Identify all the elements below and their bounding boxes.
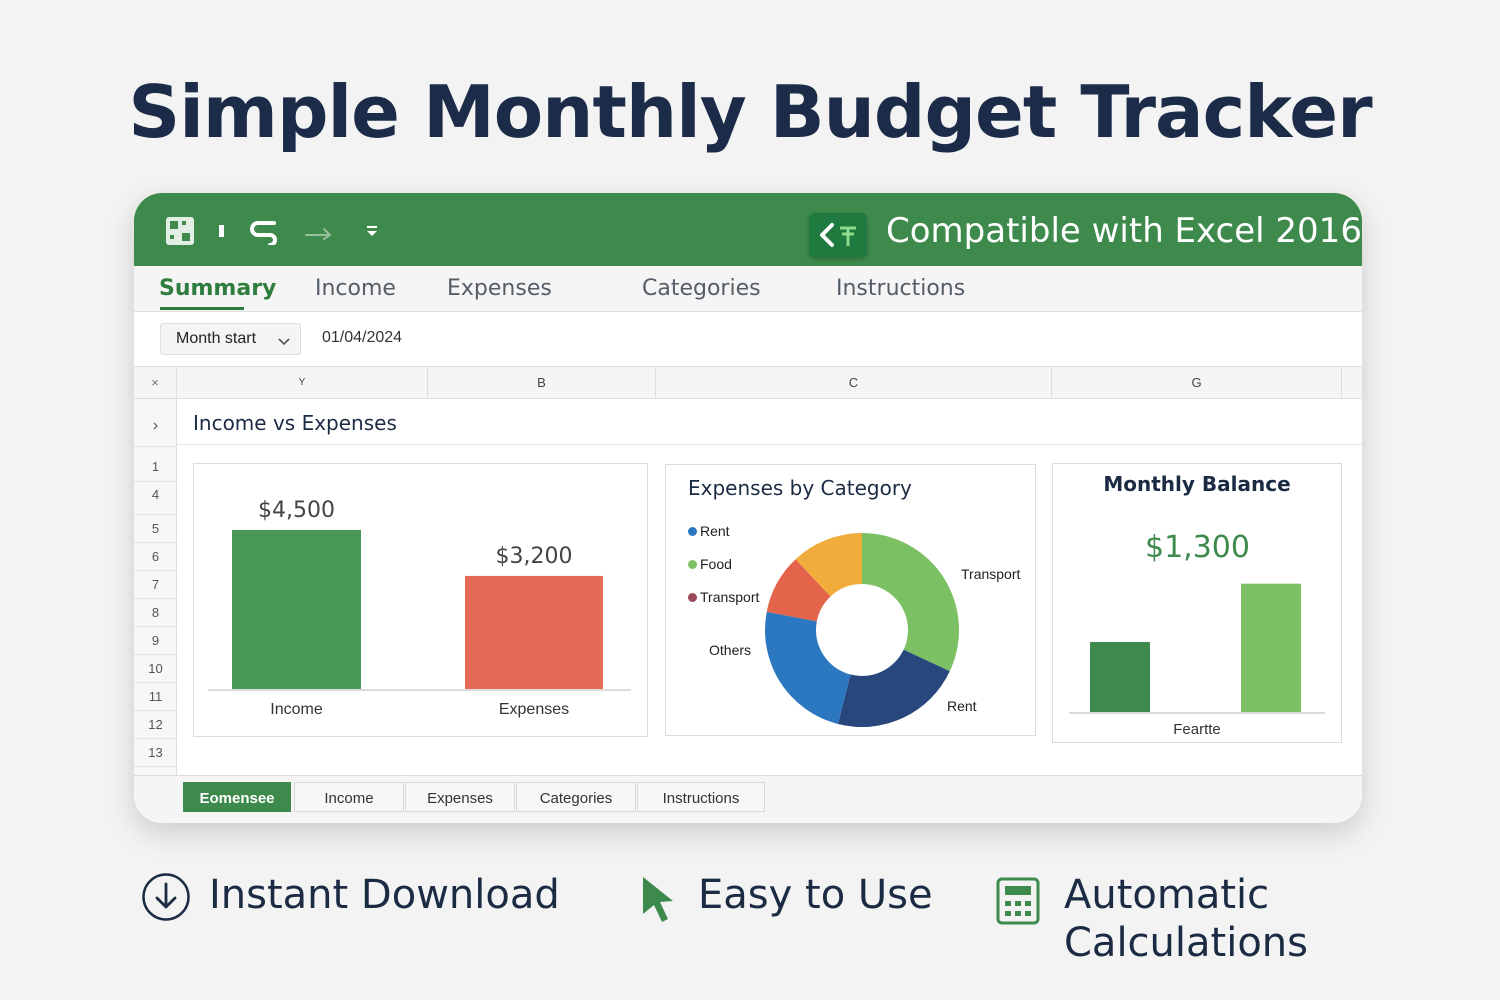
section-divider (177, 444, 1362, 445)
row-header[interactable]: 12 (134, 717, 177, 732)
bar-income (232, 530, 361, 689)
feature-instant-download: Instant Download (141, 871, 560, 927)
excel-logo-icon (809, 213, 867, 257)
redo-icon[interactable] (302, 215, 334, 247)
sheet-tab-categories[interactable]: Categories (516, 782, 636, 812)
tab-bar: Summary Income Expenses Categories Instr… (134, 266, 1362, 312)
sheet-tab-active[interactable]: Eomensee (183, 782, 291, 812)
feature-text: Easy to Use (698, 872, 933, 918)
spreadsheet-window: Compatible with Excel 2016+ Summary Inco… (134, 193, 1362, 823)
feature-text: Instant Download (209, 872, 560, 918)
chevron-down-icon (278, 334, 290, 352)
row-header[interactable]: 7 (134, 577, 177, 592)
monthly-balance-bar-chart: Feartte (1069, 583, 1325, 738)
download-icon (141, 872, 191, 927)
tab-income[interactable]: Income (315, 276, 396, 301)
donut-slice (765, 611, 851, 724)
tab-instructions[interactable]: Instructions (836, 276, 965, 301)
save-icon[interactable] (218, 215, 226, 247)
sheet-tab-income[interactable]: Income (294, 782, 404, 812)
quick-access-toolbar (164, 215, 388, 247)
row-header[interactable]: 13 (134, 745, 177, 760)
expenses-donut-chart (765, 533, 959, 727)
feature-automatic-calculations: Automatic Calculations (996, 871, 1308, 967)
tab-summary[interactable]: Summary (159, 276, 276, 301)
row-header[interactable]: 5 (134, 521, 177, 536)
feature-text: Automatic Calculations (1064, 872, 1308, 966)
month-start-label: Month start (176, 330, 257, 347)
undo-icon[interactable] (248, 215, 280, 247)
compatibility-text: Compatible with Excel 2016+ (886, 211, 1362, 251)
section-title: Income vs Expenses (193, 411, 397, 435)
row-header[interactable]: 6 (134, 549, 177, 564)
active-tab-underline (160, 307, 244, 310)
income-expenses-bar-chart: $4,500 Income $3,200 Expenses (208, 498, 631, 718)
row-header[interactable]: 10 (134, 661, 177, 676)
row-header[interactable]: 4 (134, 487, 177, 502)
sheet-tabs-bar: Eomensee Income Expenses Categories Inst… (134, 775, 1362, 823)
column-header-y[interactable]: Y (177, 367, 428, 398)
row-header[interactable]: 11 (134, 689, 177, 704)
category-label: Expenses (499, 701, 569, 718)
balance-bar (1241, 583, 1301, 712)
data-label: $4,500 (258, 498, 335, 523)
column-header-b[interactable]: B (428, 367, 656, 398)
column-header-g[interactable]: G (1052, 367, 1342, 398)
filter-row: Month start 01/04/2024 (134, 312, 1362, 366)
sheet-tab-expenses[interactable]: Expenses (405, 782, 515, 812)
column-headers: × Y B C G (134, 366, 1362, 399)
select-all-corner[interactable]: × (134, 367, 177, 398)
row-expand-icon[interactable]: › (134, 417, 177, 435)
tab-categories[interactable]: Categories (642, 276, 761, 301)
row-header[interactable]: 1 (134, 459, 177, 474)
cursor-icon (640, 874, 676, 929)
month-start-dropdown[interactable]: Month start (160, 323, 301, 355)
tab-expenses[interactable]: Expenses (447, 276, 552, 301)
row-headers: › 1 4 5 6 7 8 9 10 11 12 13 14 (134, 399, 177, 823)
sheet-tab-instructions[interactable]: Instructions (637, 782, 765, 812)
month-start-value: 01/04/2024 (322, 329, 403, 346)
data-label: $3,200 (496, 544, 573, 569)
balance-bar (1090, 642, 1150, 712)
monthly-balance-panel: Monthly Balance $1,300 Feartte (1052, 463, 1342, 743)
page-title: Simple Monthly Budget Tracker (128, 70, 1372, 154)
row-header[interactable]: 8 (134, 605, 177, 620)
column-header-c[interactable]: C (656, 367, 1052, 398)
ribbon: Compatible with Excel 2016+ (134, 193, 1362, 266)
expenses-by-category-panel: Expenses by Category Rent Food Transport… (665, 464, 1036, 736)
bar-expenses (465, 575, 603, 689)
row-header[interactable]: 9 (134, 633, 177, 648)
category-label: Feartte (1173, 721, 1221, 738)
customize-toolbar-icon[interactable] (356, 215, 388, 247)
app-icon[interactable] (164, 215, 196, 247)
calculator-icon (996, 877, 1040, 930)
feature-easy-to-use: Easy to Use (640, 871, 933, 929)
donut-slice (862, 533, 959, 672)
category-label: Income (270, 701, 323, 718)
income-expenses-chart-panel: $4,500 Income $3,200 Expenses (193, 463, 648, 737)
